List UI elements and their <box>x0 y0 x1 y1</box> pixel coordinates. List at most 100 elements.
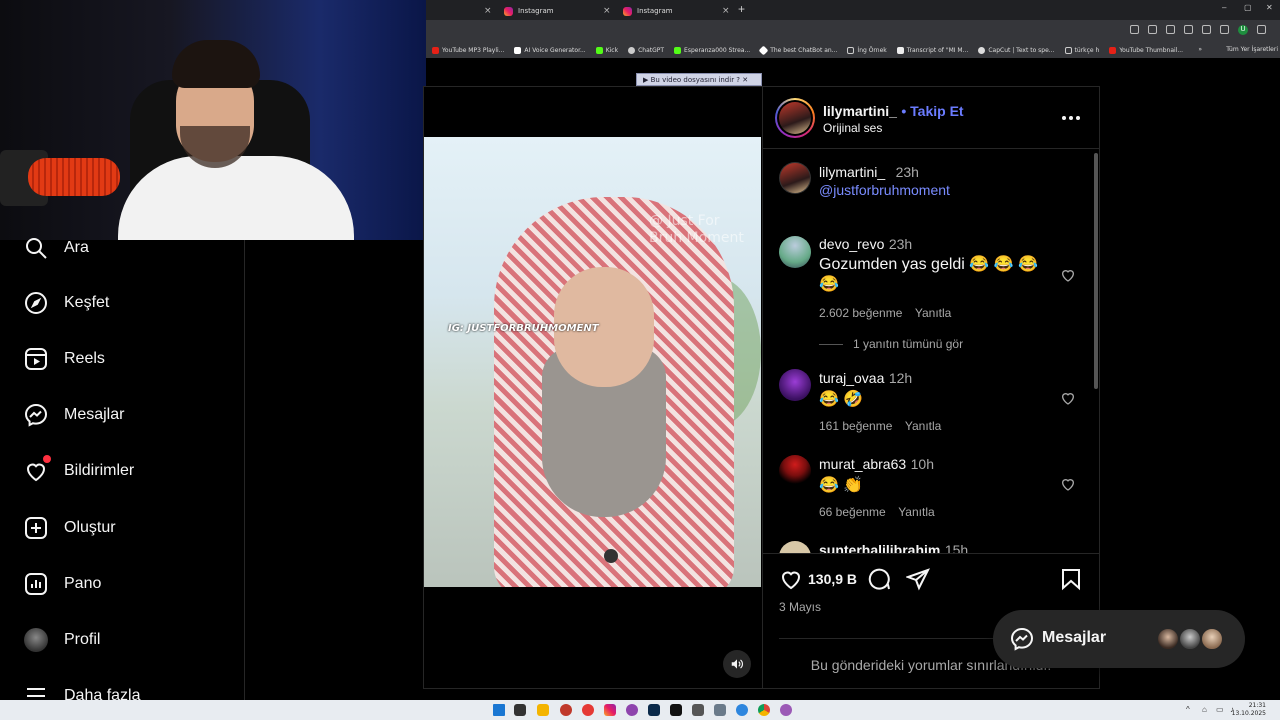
messages-pill[interactable]: Mesajlar <box>993 610 1245 668</box>
profile-avatar[interactable]: U <box>1238 25 1248 35</box>
bookmark-item[interactable]: The best ChatBot an... <box>758 45 837 55</box>
bookmark-item[interactable]: Esperanza000 Strea... <box>674 46 750 54</box>
browser-tab[interactable]: × <box>426 2 496 20</box>
nav-profile[interactable]: Profil <box>24 628 100 652</box>
maximize-button[interactable]: ▢ <box>1244 3 1252 12</box>
app-icon[interactable] <box>692 704 704 716</box>
tiktok-icon[interactable] <box>670 704 682 716</box>
bookmark-item[interactable]: Transcript of "MI M... <box>896 46 968 54</box>
comment-likes[interactable]: 66 beğenme <box>819 505 886 519</box>
caption-mention[interactable]: @justforbruhmoment <box>819 182 950 198</box>
chrome-icon[interactable] <box>758 704 770 716</box>
opera-icon[interactable] <box>582 704 594 716</box>
follow-button[interactable]: • Takip Et <box>901 103 963 119</box>
star-icon[interactable] <box>1166 25 1175 34</box>
comment-likes[interactable]: 2.602 beğenme <box>819 306 902 320</box>
bookmark-item[interactable]: AI Voice Generator... <box>514 46 586 54</box>
more-options-icon[interactable] <box>1061 115 1081 121</box>
like-count[interactable]: 130,9 B <box>808 571 857 587</box>
close-tab-icon[interactable]: × <box>603 6 611 16</box>
app-icon[interactable] <box>780 704 792 716</box>
nav-search[interactable]: Ara <box>24 236 89 260</box>
task-view-icon[interactable] <box>514 704 526 716</box>
share-icon[interactable] <box>906 567 930 591</box>
nav-dashboard[interactable]: Pano <box>24 572 101 596</box>
network-icon[interactable]: ▭ <box>1216 705 1224 714</box>
windows-start-icon[interactable] <box>493 704 505 716</box>
file-explorer-icon[interactable] <box>537 704 549 716</box>
screen-cast-icon[interactable] <box>1130 25 1139 34</box>
comments-scrollbar[interactable] <box>1094 153 1098 553</box>
bookmark-item[interactable]: YouTube MP3 Playli... <box>432 46 504 54</box>
address-bar[interactable]: U <box>426 20 1280 42</box>
commenter-avatar[interactable] <box>779 455 811 487</box>
close-tab-icon[interactable]: × <box>722 6 730 16</box>
author-avatar[interactable] <box>775 98 815 138</box>
nav-create[interactable]: Oluştur <box>24 516 116 540</box>
commenter-avatar[interactable] <box>779 541 811 553</box>
reel-video[interactable]: IG: JUSTFORBRUHMOMENT @ Just For Bruh Mo… <box>424 137 761 587</box>
like-comment-icon[interactable] <box>1060 476 1076 492</box>
like-comment-icon[interactable] <box>1060 267 1076 283</box>
comment-icon[interactable] <box>867 567 891 591</box>
caption-username[interactable]: lilymartini_ <box>819 164 885 180</box>
new-tab-button[interactable]: + <box>738 2 745 16</box>
bookmark-item[interactable]: ChatGPT <box>628 46 664 54</box>
extensions-puzzle-icon[interactable] <box>1202 25 1211 34</box>
nav-reels[interactable]: Reels <box>24 347 105 371</box>
close-window-button[interactable]: ✕ <box>1266 3 1273 12</box>
menu-dots-icon[interactable] <box>1257 25 1266 34</box>
app-icon[interactable] <box>626 704 638 716</box>
nav-explore[interactable]: Keşfet <box>24 291 109 315</box>
bookmarks-overflow[interactable]: » <box>1198 46 1202 53</box>
chatbot-icon <box>758 45 769 55</box>
nav-messages[interactable]: Mesajlar <box>24 403 124 427</box>
browser-tab-instagram-active[interactable]: Instagram × <box>617 2 735 20</box>
scrollbar-thumb[interactable] <box>1094 153 1098 389</box>
nav-notifications[interactable]: Bildirimler <box>24 455 134 483</box>
view-replies[interactable]: 1 yanıtın tümünü gör <box>819 337 963 351</box>
reel-video-container[interactable]: IG: JUSTFORBRUHMOMENT @ Just For Bruh Mo… <box>423 86 762 689</box>
commenter-username[interactable]: sunterhalilibrahim <box>819 542 940 553</box>
reply-button[interactable]: Yanıtla <box>898 505 934 519</box>
photoshop-icon[interactable] <box>648 704 660 716</box>
reply-button[interactable]: Yanıtla <box>915 306 951 320</box>
bookmark-item[interactable]: CapCut | Text to spe... <box>978 46 1055 54</box>
comment-text: 😂 🤣 <box>819 391 864 408</box>
commenter-username[interactable]: turaj_ovaa <box>819 370 884 386</box>
caption-avatar[interactable] <box>779 162 811 194</box>
browser-tab-instagram[interactable]: Instagram × <box>498 2 616 20</box>
bookmark-item[interactable]: Kick <box>595 46 618 54</box>
commenter-username[interactable]: murat_abra63 <box>819 456 906 472</box>
sidebar-icon[interactable] <box>1220 25 1229 34</box>
app-icon[interactable] <box>736 704 748 716</box>
commenter-username[interactable]: devo_revo <box>819 236 884 252</box>
like-icon[interactable] <box>779 567 803 591</box>
save-icon[interactable] <box>1059 567 1083 591</box>
comment-likes[interactable]: 161 beğenme <box>819 419 892 433</box>
commenter-avatar[interactable] <box>779 236 811 268</box>
all-bookmarks-button[interactable]: Tüm Yer İşaretleri <box>1226 46 1278 53</box>
zoom-icon[interactable] <box>1148 25 1157 34</box>
caption-time: 23h <box>895 164 919 180</box>
tray-icon[interactable]: ⌂ <box>1202 705 1207 714</box>
mute-button[interactable] <box>723 650 751 678</box>
bookmark-item[interactable]: YouTube Thumbnail... <box>1109 46 1183 54</box>
extension-icon[interactable] <box>1184 25 1193 34</box>
app-icon[interactable] <box>714 704 726 716</box>
bookmark-folder[interactable]: türkçe h <box>1064 46 1099 54</box>
instagram-icon[interactable] <box>604 704 616 716</box>
video-download-bar[interactable]: ▶ Bu video dosyasını indir ? ✕ <box>636 73 762 86</box>
bookmark-folder[interactable]: İng Örnek <box>847 46 887 54</box>
close-tab-icon[interactable]: × <box>484 6 492 16</box>
minimize-button[interactable]: – <box>1222 3 1226 12</box>
reply-button[interactable]: Yanıtla <box>905 419 941 433</box>
app-icon[interactable] <box>560 704 572 716</box>
author-username[interactable]: lilymartini_ <box>823 103 897 119</box>
like-comment-icon[interactable] <box>1060 390 1076 406</box>
tray-chevron-icon[interactable]: ^ <box>1186 705 1190 714</box>
system-clock[interactable]: 21:31 13.10.2025 <box>1232 702 1266 718</box>
original-audio[interactable]: Orijinal ses <box>823 121 882 135</box>
commenter-avatar[interactable] <box>779 369 811 401</box>
post-header: lilymartini_ • Takip Et Orijinal ses <box>763 87 1099 149</box>
